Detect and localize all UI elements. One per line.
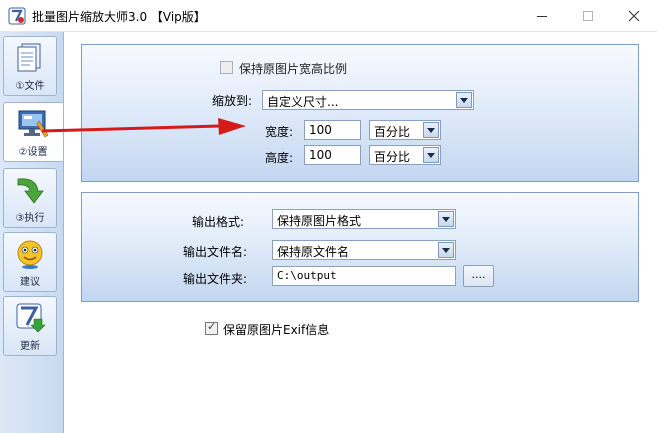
sidebar-item-label: ①文件	[15, 81, 45, 92]
chevron-down-icon	[423, 147, 439, 163]
maximize-button[interactable]	[565, 0, 611, 32]
annotation-arrow	[41, 118, 246, 135]
maximize-icon	[583, 11, 593, 21]
sidebar-item-label: ②设置	[18, 147, 48, 158]
output-format-value: 保持原图片格式	[277, 214, 362, 228]
window-title: 批量图片缩放大师3.0 【Vip版】	[32, 10, 206, 24]
output-format-dropdown[interactable]: 保持原图片格式	[272, 209, 456, 229]
keep-aspect-ratio-checkbox[interactable]	[220, 61, 233, 74]
resize-settings-panel: 保持原图片宽高比例 缩放到: 自定义尺寸... 宽度: 100 百分比 高度: …	[81, 44, 639, 182]
title-bar: 批量图片缩放大师3.0 【Vip版】	[0, 0, 657, 32]
chevron-down-icon	[438, 211, 454, 227]
update-logo-icon	[16, 303, 46, 333]
keep-aspect-ratio-label: 保持原图片宽高比例	[239, 62, 348, 76]
sidebar-item-label: ③执行	[15, 213, 45, 224]
main-content: 保持原图片宽高比例 缩放到: 自定义尺寸... 宽度: 100 百分比 高度: …	[64, 32, 657, 433]
app-logo-icon	[8, 7, 26, 25]
width-label: 宽度:	[265, 125, 294, 139]
keep-exif-label: 保留原图片Exif信息	[223, 323, 330, 337]
scale-to-value: 自定义尺寸...	[267, 95, 339, 109]
height-input[interactable]: 100	[304, 145, 361, 165]
output-settings-panel: 输出格式: 保持原图片格式 输出文件名: 保持原文件名 输出文件夹: C:\ou…	[81, 192, 639, 302]
minimize-button[interactable]	[519, 0, 565, 32]
sidebar-item-suggest[interactable]: 建议	[3, 232, 57, 292]
width-input[interactable]: 100	[304, 120, 361, 140]
sidebar-item-label: 更新	[20, 341, 40, 352]
browse-folder-button[interactable]: ....	[463, 265, 494, 287]
scale-to-label: 缩放到:	[212, 94, 253, 108]
document-icon	[17, 43, 41, 72]
output-folder-input[interactable]: C:\output	[272, 266, 456, 286]
sidebar-item-label: 建议	[20, 277, 40, 288]
close-button[interactable]	[611, 0, 657, 32]
close-icon	[628, 10, 640, 22]
chevron-down-icon	[438, 242, 454, 258]
output-filename-value: 保持原文件名	[277, 245, 350, 259]
sidebar-item-file[interactable]: ①文件	[3, 36, 57, 96]
sidebar-item-update[interactable]: 更新	[3, 296, 57, 356]
width-unit-value: 百分比	[374, 125, 411, 139]
height-unit-dropdown[interactable]: 百分比	[369, 145, 441, 165]
height-unit-value: 百分比	[374, 150, 411, 164]
sidebar: ①文件 ②设置 ③执行 建议 更新	[0, 32, 64, 433]
chevron-down-icon	[423, 122, 439, 138]
sidebar-item-execute[interactable]: ③执行	[3, 168, 57, 228]
minimize-icon	[537, 15, 547, 17]
keep-exif-checkbox[interactable]	[205, 320, 218, 335]
smiley-icon	[17, 240, 43, 269]
output-format-label: 输出格式:	[192, 215, 245, 229]
width-unit-dropdown[interactable]: 百分比	[369, 120, 441, 140]
output-folder-label: 输出文件夹:	[183, 272, 248, 286]
output-filename-dropdown[interactable]: 保持原文件名	[272, 240, 456, 260]
output-filename-label: 输出文件名:	[183, 245, 248, 259]
green-arrow-icon	[17, 178, 44, 204]
height-label: 高度:	[265, 151, 294, 165]
chevron-down-icon	[456, 92, 472, 108]
scale-to-dropdown[interactable]: 自定义尺寸...	[262, 90, 474, 110]
